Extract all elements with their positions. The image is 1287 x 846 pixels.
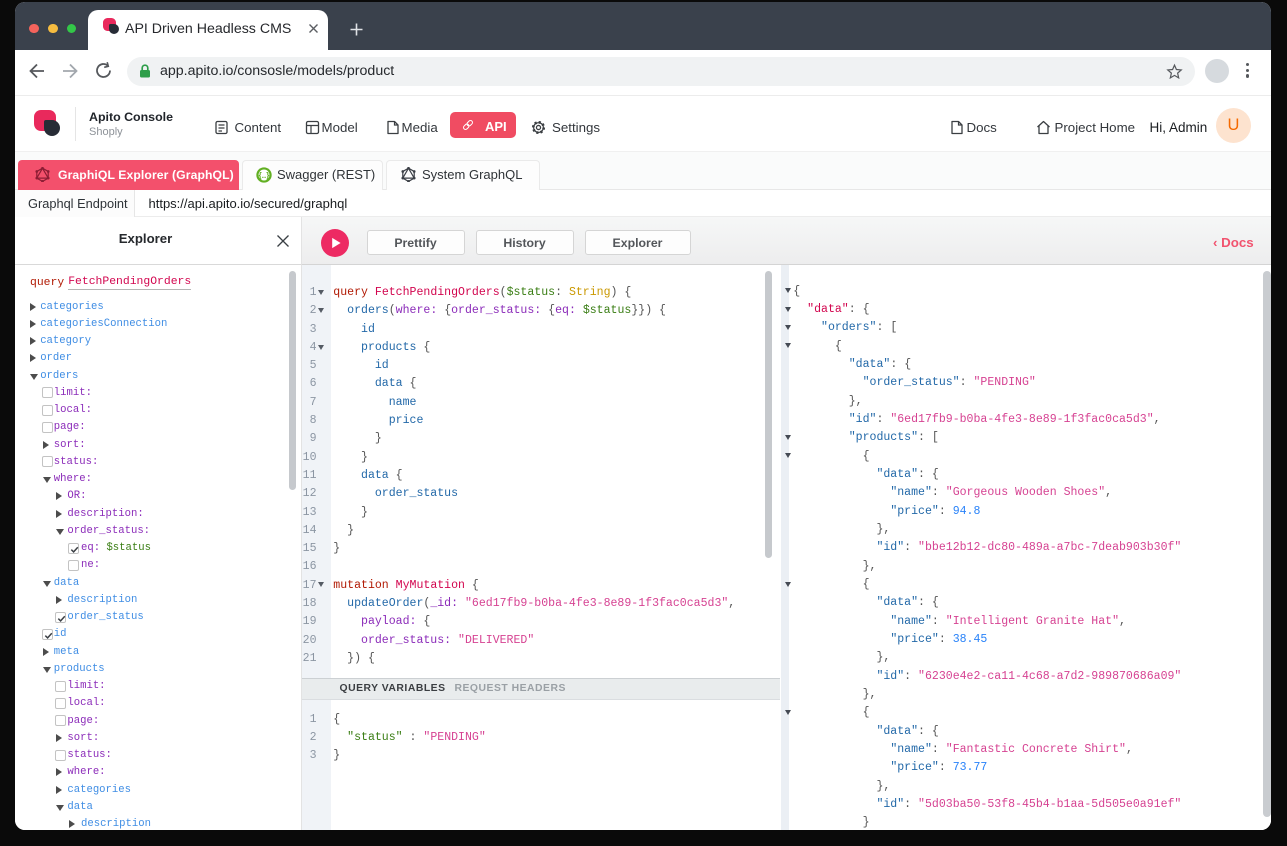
svg-text:{..}: {..} <box>258 171 269 180</box>
